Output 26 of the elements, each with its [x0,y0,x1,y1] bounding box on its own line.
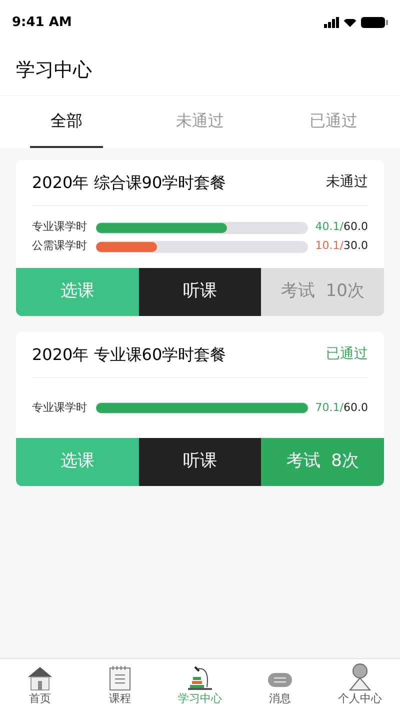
filter-tab[interactable]: 全部 [30,96,104,148]
nav-item[interactable]: 首页 [0,659,80,710]
listen-button[interactable]: 听课 [138,268,262,316]
hours-reading: 10.1/30.0 [314,238,368,254]
nav-item[interactable]: 消息 [240,659,320,710]
battery-icon [361,17,388,28]
nav-item[interactable]: 课程 [80,659,160,710]
signal-icon [324,17,339,28]
hours-reading: 40.1/60.0 [314,219,368,236]
listen-button[interactable]: 听课 [138,438,262,486]
package-title: 2020年 专业课60学时套餐 [32,344,226,366]
person-icon [347,662,373,690]
wifi-icon [343,18,357,26]
microscope-icon [185,664,215,690]
page-title: 学习中心 [16,58,92,83]
hours-label: 专业课学时 [32,219,88,236]
status-time: 9:41 AM [12,14,72,32]
pass-status: 已通过 [326,345,368,364]
house-icon [27,664,53,690]
notebook-icon [107,664,133,690]
nav-item[interactable]: 个人中心 [320,659,400,710]
hours-label: 公需课学时 [32,238,88,254]
hours-label: 专业课学时 [32,400,88,416]
pass-status: 未通过 [326,173,368,192]
package-title: 2020年 综合课90学时套餐 [32,172,226,194]
hours-reading: 70.1/60.0 [314,400,368,416]
